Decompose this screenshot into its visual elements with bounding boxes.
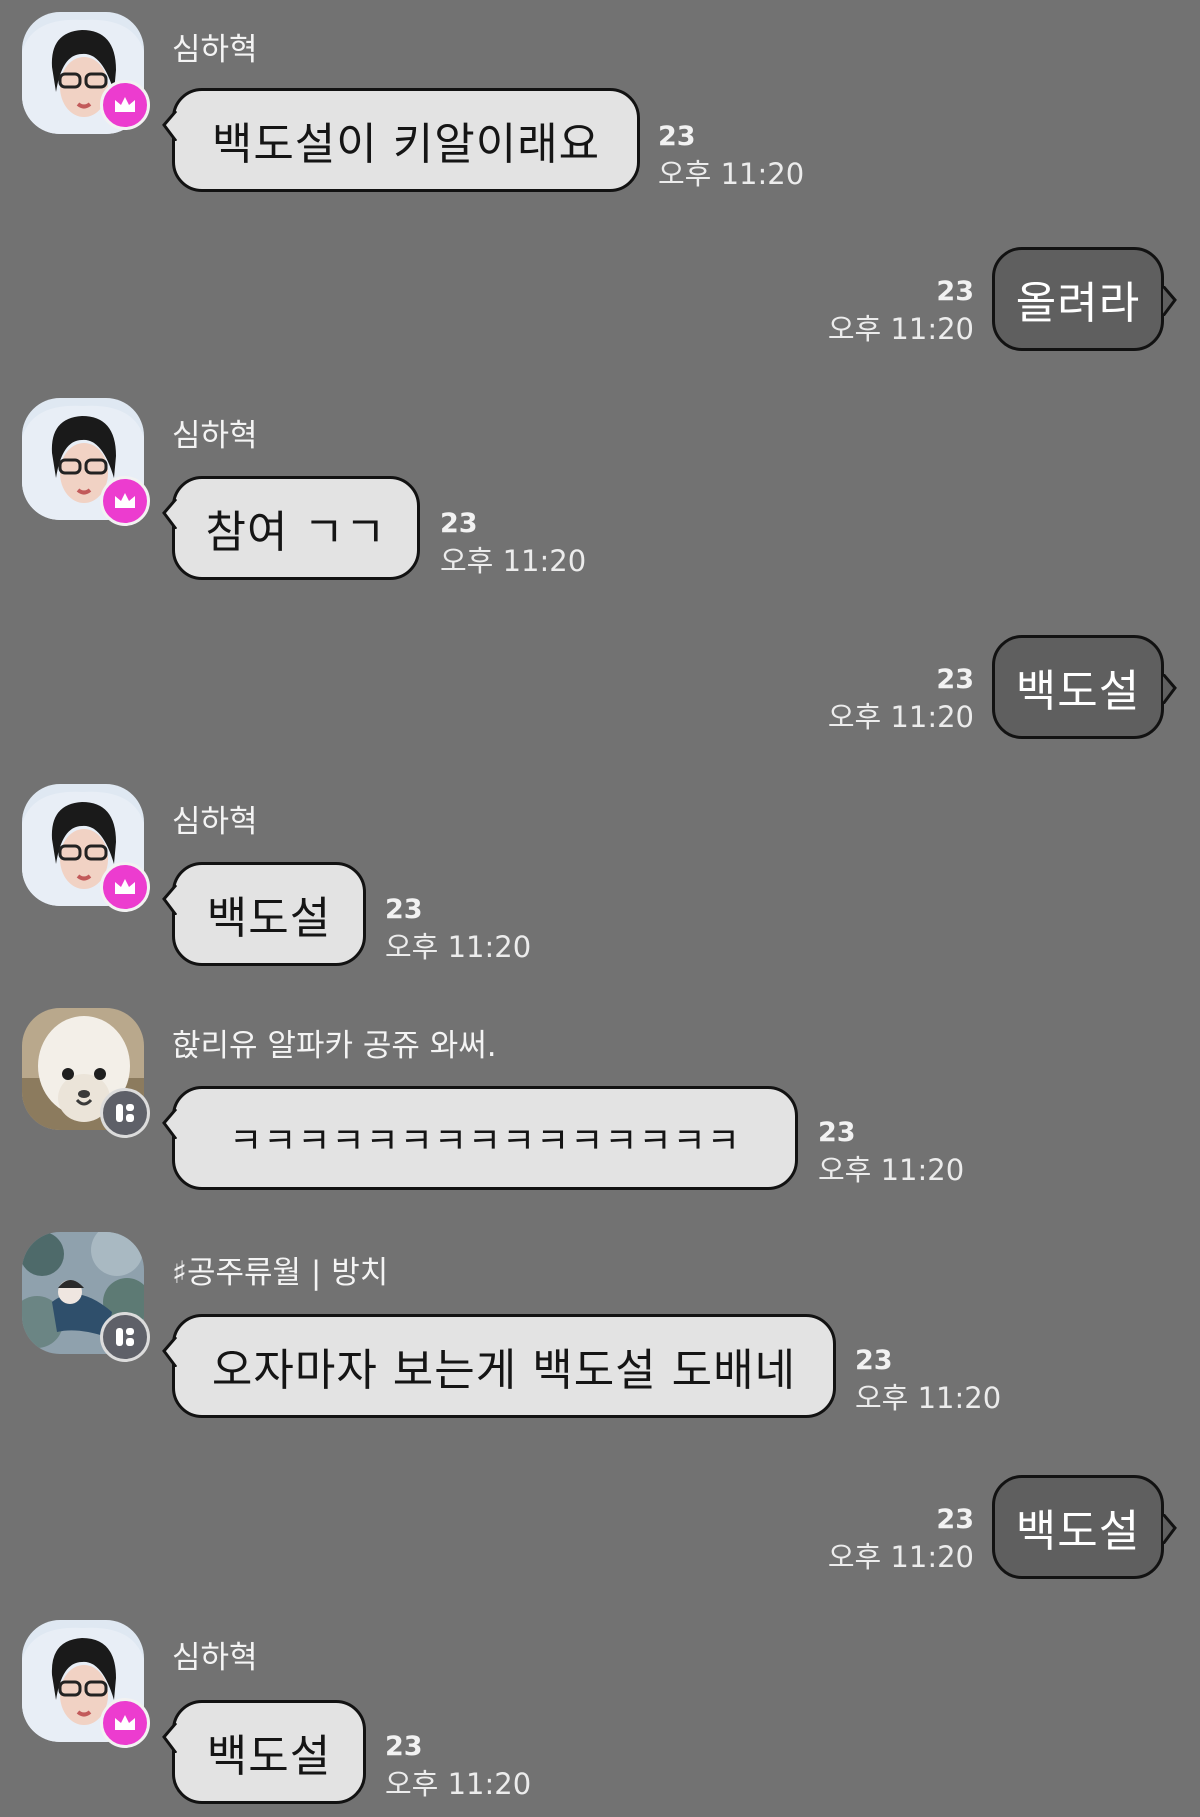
- message-bubble[interactable]: 백도설이 키알이래요: [172, 88, 640, 192]
- unread-count: 23: [936, 664, 974, 695]
- crown-icon: [100, 80, 150, 130]
- unread-count: 23: [385, 894, 423, 925]
- bubble-tail: [1162, 1514, 1177, 1544]
- host-icon: [100, 1312, 150, 1362]
- bubble-tail: [162, 1337, 177, 1367]
- timestamp: 오후 11:20: [818, 1153, 965, 1187]
- message-bubble[interactable]: ㅋㅋㅋㅋㅋㅋㅋㅋㅋㅋㅋㅋㅋㅋㅋ: [172, 1086, 798, 1190]
- unread-count: 23: [936, 1504, 974, 1535]
- message-bubble[interactable]: 백도설: [992, 1475, 1164, 1579]
- host-icon: [100, 1088, 150, 1138]
- bubble-tail: [1162, 674, 1177, 704]
- timestamp: 오후 11:20: [440, 544, 587, 578]
- sender-name: 심하혁: [172, 418, 258, 454]
- unread-count: 23: [385, 1731, 423, 1762]
- bubble-tail: [1162, 286, 1177, 316]
- timestamp: 오후 11:20: [385, 1767, 532, 1801]
- crown-icon: [100, 1698, 150, 1748]
- message-bubble[interactable]: 백도설: [172, 862, 366, 966]
- sender-name: 심하혁: [172, 1640, 258, 1676]
- message-meta: 23 오후 11:20: [385, 893, 531, 967]
- message-meta: 23 오후 11:20: [440, 507, 586, 581]
- crown-icon: [100, 476, 150, 526]
- message-bubble[interactable]: 백도설: [172, 1700, 366, 1804]
- bubble-tail: [162, 1109, 177, 1139]
- unread-count: 23: [440, 508, 478, 539]
- message-bubble[interactable]: 오자마자 보는게 백도설 도배네: [172, 1314, 836, 1418]
- unread-count: 23: [855, 1345, 893, 1376]
- timestamp: 오후 11:20: [827, 700, 974, 734]
- message-meta: 23 오후 11:20: [818, 1116, 964, 1190]
- message-meta: 23 오후 11:20: [855, 1344, 1001, 1418]
- timestamp: 오후 11:20: [827, 1540, 974, 1574]
- bubble-tail: [162, 885, 177, 915]
- message-meta: 23 오후 11:20: [385, 1730, 531, 1804]
- message-bubble[interactable]: 백도설: [992, 635, 1164, 739]
- sender-name: 심하혁: [172, 804, 258, 840]
- unread-count: 23: [936, 276, 974, 307]
- bubble-tail: [162, 1723, 177, 1753]
- bubble-tail: [162, 111, 177, 141]
- unread-count: 23: [818, 1117, 856, 1148]
- message-bubble[interactable]: 참여 ㄱㄱ: [172, 476, 420, 580]
- unread-count: 23: [658, 121, 696, 152]
- timestamp: 오후 11:20: [658, 157, 805, 191]
- timestamp: 오후 11:20: [855, 1381, 1002, 1415]
- timestamp: 오후 11:20: [385, 930, 532, 964]
- message-meta: 23 오후 11:20: [780, 1503, 974, 1577]
- sender-name: 심하혁: [172, 32, 258, 68]
- bubble-tail: [162, 499, 177, 529]
- sender-name: ♯공주류월 | 방치: [172, 1255, 389, 1291]
- message-meta: 23 오후 11:20: [658, 120, 804, 194]
- message-meta: 23 오후 11:20: [780, 275, 974, 349]
- sender-name: 핝리유 알파카 공쥬 와써.: [172, 1028, 497, 1064]
- crown-icon: [100, 862, 150, 912]
- message-meta: 23 오후 11:20: [780, 663, 974, 737]
- message-bubble[interactable]: 올려라: [992, 247, 1164, 351]
- timestamp: 오후 11:20: [827, 312, 974, 346]
